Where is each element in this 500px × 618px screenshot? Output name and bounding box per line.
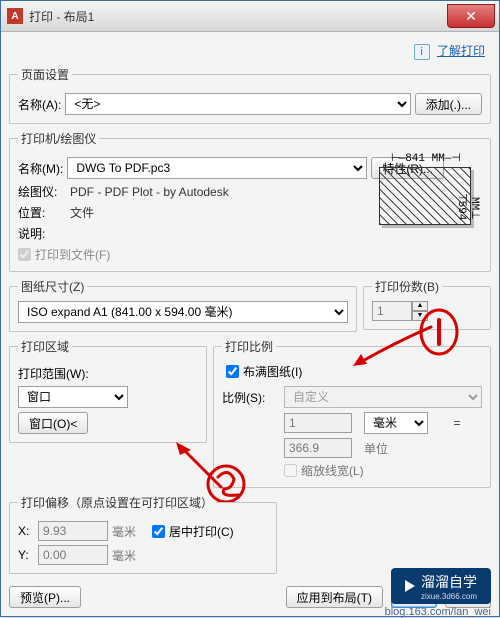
description-label: 说明: — [18, 225, 66, 242]
apply-to-layout-button[interactable]: 应用到布局(T) — [286, 586, 383, 608]
watermark-text: 溜溜自学 — [421, 574, 477, 590]
scale-ratio-label: 比例(S): — [222, 389, 280, 406]
plot-scale-group: 打印比例 布满图纸(I) 比例(S): 自定义 毫米 = — [213, 338, 491, 488]
printer-name-label: 名称(M): — [18, 160, 63, 177]
page-setup-group: 页面设置 名称(A): <无> 添加(.)... — [9, 66, 491, 124]
blog-url: blog.163.com/lan_wei — [385, 606, 491, 618]
copies-up-button[interactable]: ▲ — [412, 301, 428, 311]
scale-lineweights-checkbox — [284, 464, 297, 477]
offset-x-input — [38, 521, 108, 541]
fit-to-paper-checkbox[interactable] — [226, 365, 239, 378]
watermark-badge: 溜溜自学 zixue.3d66.com — [391, 568, 491, 604]
app-icon: A — [7, 8, 23, 24]
offset-y-unit: 毫米 — [112, 547, 136, 564]
plot-scale-legend: 打印比例 — [222, 338, 276, 355]
plotter-label: 绘图仪: — [18, 183, 66, 200]
scale-unit-select[interactable]: 毫米 — [364, 412, 428, 434]
drawing-units-input — [284, 438, 352, 458]
paper-size-select[interactable]: ISO expand A1 (841.00 x 594.00 毫米) — [18, 301, 348, 323]
location-label: 位置: — [18, 204, 66, 221]
plot-offset-group: 打印偏移（原点设置在可打印区域） X: 毫米 居中打印(C) Y: 毫米 — [9, 494, 277, 574]
offset-y-label: Y: — [18, 548, 34, 562]
watermark-subtext: zixue.3d66.com — [421, 592, 477, 601]
page-name-select[interactable]: <无> — [65, 93, 410, 115]
scale-lineweights-label: 缩放线宽(L) — [301, 462, 364, 479]
preview-button[interactable]: 预览(P)... — [9, 586, 81, 608]
printer-group: 打印机/绘图仪 名称(M): DWG To PDF.pc3 特性(R)... 绘… — [9, 130, 491, 272]
copies-group: 打印份数(B) ▲ ▼ — [363, 278, 491, 330]
center-plot-checkbox[interactable] — [152, 525, 165, 538]
offset-x-label: X: — [18, 524, 34, 538]
printer-legend: 打印机/绘图仪 — [18, 130, 99, 147]
copies-input — [372, 301, 412, 321]
copies-down-button[interactable]: ▼ — [412, 311, 428, 321]
printer-name-select[interactable]: DWG To PDF.pc3 — [67, 157, 367, 179]
what-to-plot-select[interactable]: 窗口 — [18, 386, 128, 408]
play-icon — [405, 580, 415, 592]
info-icon[interactable]: i — [414, 44, 430, 60]
scale-numerator-input — [284, 413, 352, 433]
plot-area-legend: 打印区域 — [18, 338, 72, 355]
paper-size-legend: 图纸尺寸(Z) — [18, 278, 87, 295]
close-button[interactable]: ✕ — [447, 4, 495, 28]
paper-preview: ⊢—841 MM—⊣ ⊤594 MM⊥ — [370, 151, 480, 229]
paper-size-group: 图纸尺寸(Z) ISO expand A1 (841.00 x 594.00 毫… — [9, 278, 357, 332]
scale-ratio-select: 自定义 — [284, 386, 482, 408]
scale-equals: = — [432, 416, 482, 430]
what-to-plot-label: 打印范围(W): — [18, 365, 198, 382]
add-page-setup-button[interactable]: 添加(.)... — [415, 93, 482, 115]
center-plot-label: 居中打印(C) — [169, 523, 234, 540]
plot-area-group: 打印区域 打印范围(W): 窗口 窗口(O)< — [9, 338, 207, 443]
offset-y-input — [38, 545, 108, 565]
plot-offset-legend: 打印偏移（原点设置在可打印区域） — [18, 494, 216, 511]
plot-to-file-label: 打印到文件(F) — [35, 246, 110, 263]
plot-to-file-checkbox — [18, 248, 31, 261]
window-pick-button[interactable]: 窗口(O)< — [18, 412, 88, 434]
help-link[interactable]: 了解打印 — [437, 44, 485, 58]
copies-legend: 打印份数(B) — [372, 278, 442, 295]
page-setup-legend: 页面设置 — [18, 66, 72, 83]
location-value: 文件 — [70, 204, 94, 221]
plotter-value: PDF - PDF Plot - by Autodesk — [70, 185, 229, 199]
window-title: 打印 - 布局1 — [29, 8, 94, 25]
page-name-label: 名称(A): — [18, 96, 61, 113]
drawing-units-label: 单位 — [364, 440, 428, 457]
offset-x-unit: 毫米 — [112, 523, 136, 540]
fit-to-paper-label: 布满图纸(I) — [243, 363, 302, 380]
